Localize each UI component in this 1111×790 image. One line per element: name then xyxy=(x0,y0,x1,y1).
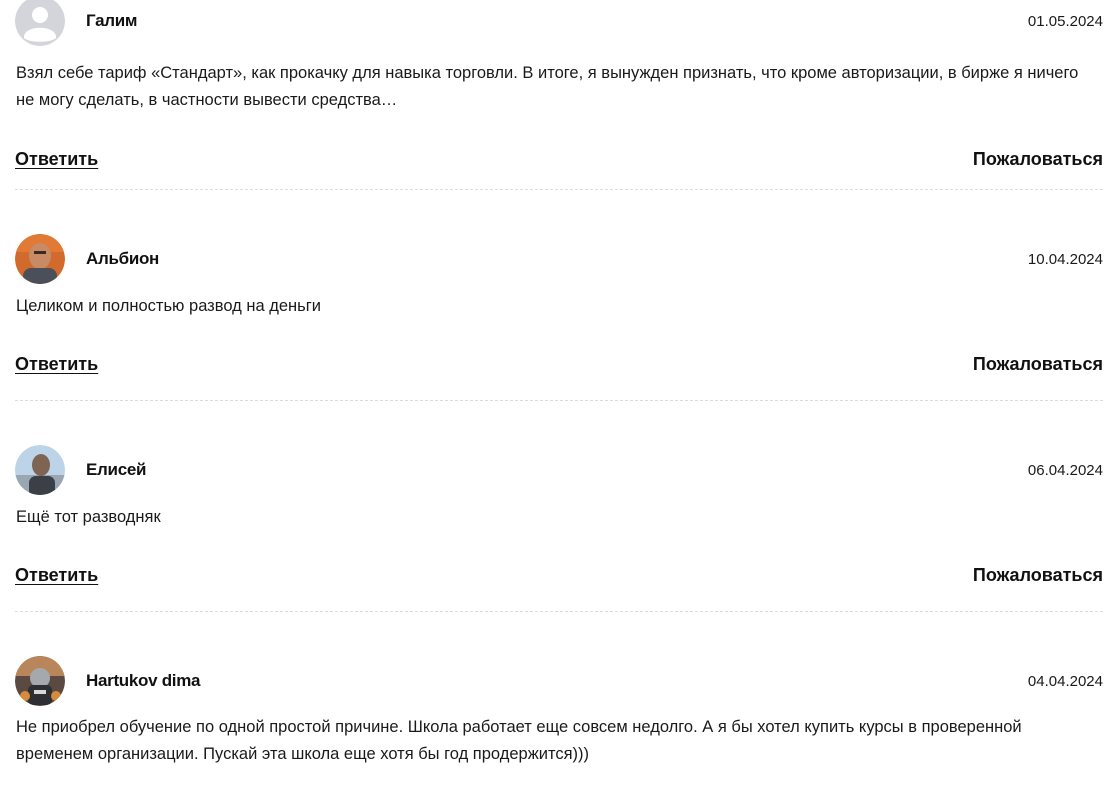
comment-author: Альбион xyxy=(86,249,160,268)
comment-header: Елисей 06.04.2024 xyxy=(15,444,1103,496)
comment-date: 04.04.2024 xyxy=(1027,672,1103,690)
comment-text: Взял себе тариф «Стандарт», как прокачку… xyxy=(16,64,1079,109)
comment-date: 01.05.2024 xyxy=(1027,12,1103,30)
default-user-avatar-icon[interactable] xyxy=(15,0,65,46)
comments-list: Галим 01.05.2024 Взял себе тариф «Станда… xyxy=(15,0,1103,790)
user-photo-avatar[interactable] xyxy=(15,656,65,706)
complain-link[interactable]: Пожаловаться xyxy=(973,354,1103,375)
comment-author: Елисей xyxy=(86,460,147,479)
comment-text: Целиком и полностью развод на деньги xyxy=(16,297,321,315)
comment-item: Елисей 06.04.2024 Ещё тот разводняк Отве… xyxy=(15,401,1103,612)
comment-actions: Ответить Пожаловаться xyxy=(15,352,1103,376)
comment-text: Ещё тот разводняк xyxy=(16,508,161,526)
comment-header: Альбион 10.04.2024 xyxy=(15,233,1103,285)
comment-item: Альбион 10.04.2024 Целиком и полностью р… xyxy=(15,190,1103,401)
user-photo-avatar[interactable] xyxy=(15,234,65,284)
comment-actions: Ответить Пожаловаться xyxy=(15,563,1103,587)
complain-link[interactable]: Пожаловаться xyxy=(973,565,1103,586)
comment-item: Галим 01.05.2024 Взял себе тариф «Станда… xyxy=(15,0,1103,190)
user-photo-avatar[interactable] xyxy=(15,445,65,495)
comment-text: Не приобрел обучение по одной простой пр… xyxy=(16,718,1022,763)
comment-author: Hartukov dima xyxy=(86,671,201,690)
comment-date: 06.04.2024 xyxy=(1027,461,1103,479)
comment-item: Hartukov dima 04.04.2024 Не приобрел обу… xyxy=(15,612,1103,790)
comment-date: 10.04.2024 xyxy=(1027,250,1103,268)
comment-author: Галим xyxy=(86,11,138,30)
reply-link[interactable]: Ответить xyxy=(15,565,98,586)
reply-link[interactable]: Ответить xyxy=(15,149,98,170)
reply-link[interactable]: Ответить xyxy=(15,354,98,375)
comment-header: Галим 01.05.2024 xyxy=(15,0,1103,47)
comment-header: Hartukov dima 04.04.2024 xyxy=(15,655,1103,707)
comment-actions: Ответить Пожаловаться xyxy=(15,147,1103,171)
complain-link[interactable]: Пожаловаться xyxy=(973,149,1103,170)
